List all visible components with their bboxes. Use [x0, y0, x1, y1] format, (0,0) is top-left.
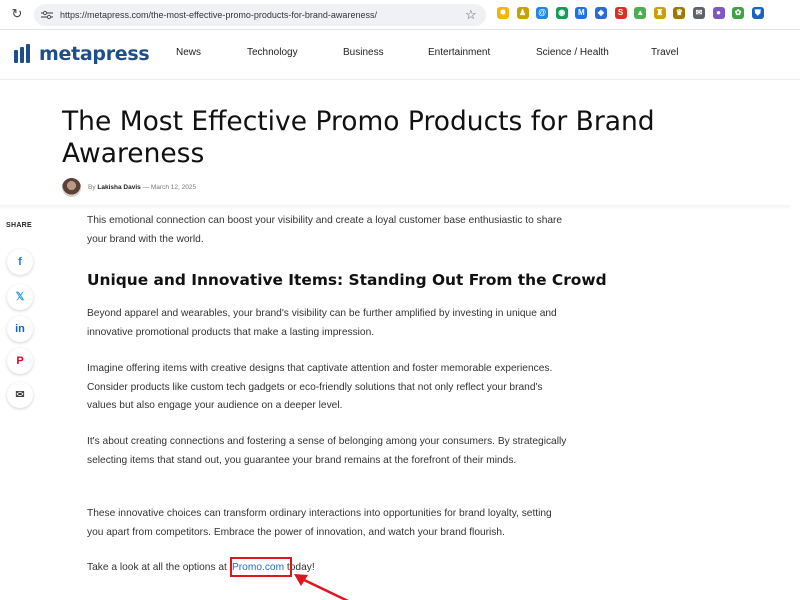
date-separator: —: [142, 183, 150, 191]
author-avatar[interactable]: [62, 177, 81, 197]
nav-science-health[interactable]: Science / Health: [536, 47, 609, 58]
ext-icon-14[interactable]: ⛊: [751, 7, 764, 19]
ext-icon-6[interactable]: ◆: [594, 7, 607, 19]
linkedin-icon[interactable]: in: [7, 316, 33, 342]
author-name[interactable]: Lakisha Davis: [97, 184, 140, 191]
address-bar[interactable]: https://metapress.com/the-most-effective…: [34, 4, 486, 26]
body-paragraph-2: Imagine offering items with creative des…: [87, 363, 553, 411]
pinterest-icon[interactable]: P: [7, 348, 33, 374]
metapress-logo-icon: [14, 44, 30, 63]
browser-toolbar: ↻ https://metapress.com/the-most-effecti…: [0, 0, 800, 30]
x-icon[interactable]: 𝕏: [7, 284, 33, 310]
body-paragraph-4: These innovative choices can transform o…: [87, 508, 552, 538]
nav-business[interactable]: Business: [343, 47, 384, 58]
site-header: metapress News Technology Business Enter…: [0, 30, 800, 80]
publish-date: March 12, 2025: [150, 183, 197, 191]
ext-icon-13[interactable]: ✿: [732, 7, 745, 19]
ext-icon-4[interactable]: ◉: [555, 7, 568, 19]
intro-paragraph: This emotional connection can boost your…: [87, 215, 563, 245]
facebook-icon[interactable]: f: [7, 249, 33, 275]
logo-text: metapress: [39, 43, 150, 65]
content-divider: [0, 205, 790, 210]
nav-travel[interactable]: Travel: [651, 47, 678, 58]
ext-icon-9[interactable]: ♜: [653, 7, 666, 19]
ext-icon-7[interactable]: S: [614, 7, 627, 19]
byline-prefix: By: [88, 183, 96, 191]
ext-icon-1[interactable]: ✸: [497, 7, 509, 19]
ext-icon-3[interactable]: @: [536, 7, 549, 19]
ext-icon-10[interactable]: ♛: [673, 7, 686, 19]
annotation-arrow-icon: [294, 574, 349, 600]
nav-technology[interactable]: Technology: [247, 47, 298, 58]
extensions-row: ✸ ♟ @ ◉ M ◆ S ▲ ♜ ♛ ✉ ● ✿ ⛊: [497, 7, 771, 23]
ext-icon-12[interactable]: ●: [712, 7, 725, 19]
cta-text-before: Take a look at all the options at: [87, 562, 230, 573]
article-byline: By Lakisha Davis — March 12, 2025: [62, 177, 196, 197]
nav-news[interactable]: News: [176, 47, 201, 58]
site-logo[interactable]: metapress: [13, 42, 150, 66]
ext-icon-5[interactable]: M: [575, 7, 588, 19]
nav-entertainment[interactable]: Entertainment: [428, 47, 490, 58]
bookmark-star-icon[interactable]: ☆: [465, 6, 477, 24]
ext-icon-11[interactable]: ✉: [692, 7, 705, 19]
body-paragraph-1: Beyond apparel and wearables, your brand…: [87, 308, 557, 338]
link-highlight-box: [230, 557, 292, 577]
reload-icon[interactable]: ↻: [9, 6, 25, 22]
url-text[interactable]: https://metapress.com/the-most-effective…: [60, 4, 377, 26]
email-icon[interactable]: ✉: [7, 382, 33, 408]
article-title: The Most Effective Promo Products for Br…: [62, 106, 655, 169]
ext-icon-8[interactable]: ▲: [634, 7, 647, 19]
body-paragraph-3: It's about creating connections and fost…: [87, 436, 567, 466]
share-label: SHARE: [6, 222, 33, 229]
site-settings-icon[interactable]: [41, 10, 53, 20]
ext-icon-2[interactable]: ♟: [516, 7, 529, 19]
section-heading: Unique and Innovative Items: Standing Ou…: [87, 271, 607, 289]
byline-text: By Lakisha Davis — March 12, 2025: [88, 184, 196, 191]
